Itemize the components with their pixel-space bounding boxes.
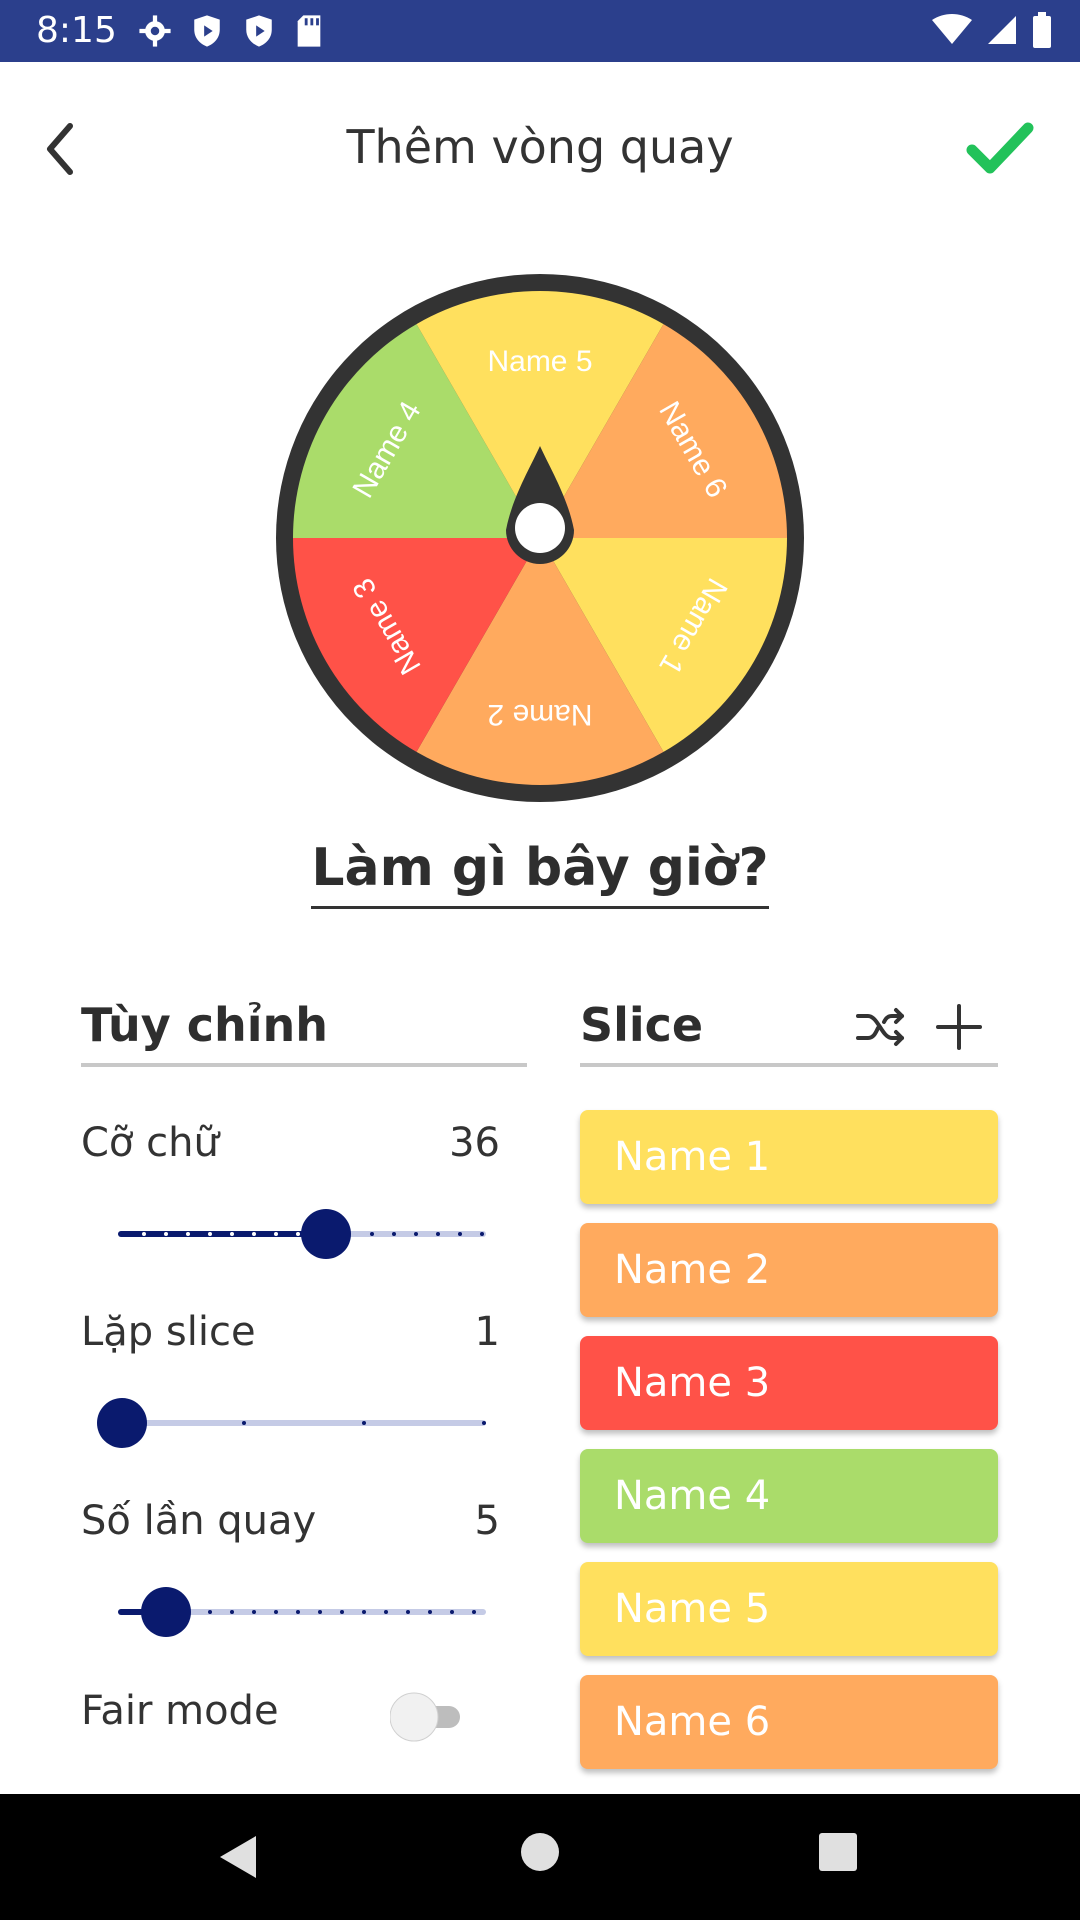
battery-icon: [1033, 12, 1051, 48]
repeat-slice-slider[interactable]: [96, 1397, 494, 1449]
confirm-button[interactable]: [964, 114, 1034, 184]
app-bar: Thêm vòng quay: [0, 62, 1080, 232]
triangle-back-icon: [220, 1836, 256, 1878]
customize-divider: [81, 1063, 527, 1067]
spin-wheel[interactable]: Name 1 Name 2 Name 3 Name 4 Name 5 Name 6: [274, 272, 806, 804]
wheel-graphic: Name 1Name 2Name 3Name 4Name 5Name 6: [276, 274, 804, 802]
add-slice-button[interactable]: [932, 1000, 986, 1054]
fair-mode-label: Fair mode: [81, 1688, 279, 1734]
slice-item[interactable]: Name 2: [580, 1223, 998, 1317]
system-nav-bar: [0, 1794, 1080, 1920]
shield-play-icon-2: [246, 15, 272, 47]
slice-item-label: Name 5: [614, 1586, 771, 1632]
slice-item-label: Name 1: [614, 1134, 771, 1180]
shuffle-button[interactable]: [854, 1000, 908, 1054]
font-size-slider-thumb: [301, 1209, 351, 1259]
shield-play-icon: [194, 15, 220, 47]
slice-item[interactable]: Name 4: [580, 1449, 998, 1543]
slice-item-label: Name 4: [614, 1473, 771, 1519]
slice-item[interactable]: Name 5: [580, 1562, 998, 1656]
status-time: 8:15: [36, 10, 117, 51]
fair-mode-toggle[interactable]: [389, 1690, 474, 1742]
status-notification-icons: [138, 14, 324, 48]
font-size-label: Cỡ chữ: [81, 1120, 219, 1166]
settings-icon: [139, 15, 171, 47]
page-title: Thêm vòng quay: [346, 120, 734, 174]
wheel-question[interactable]: Làm gì bây giờ?: [0, 838, 1080, 909]
wheel-slice-label: Name 2: [487, 698, 592, 731]
plus-icon: [936, 1004, 982, 1050]
question-text: Làm gì bây giờ?: [311, 838, 769, 909]
wheel-slice-label: Name 5: [487, 345, 592, 378]
nav-home-button[interactable]: [520, 1832, 560, 1872]
repeat-slice-value: 1: [474, 1309, 500, 1355]
circle-home-icon: [521, 1833, 559, 1871]
spin-count-slider[interactable]: [110, 1586, 494, 1638]
status-system-icons: [932, 12, 1052, 48]
slice-item[interactable]: Name 1: [580, 1110, 998, 1204]
nav-back-button[interactable]: [214, 1832, 264, 1882]
slice-item-label: Name 2: [614, 1247, 771, 1293]
wheel-hub: [515, 503, 565, 553]
slice-item-label: Name 3: [614, 1360, 771, 1406]
square-recents-icon: [819, 1833, 857, 1871]
shuffle-icon: [856, 1008, 904, 1046]
wifi-icon: [932, 14, 972, 44]
nav-recents-button[interactable]: [818, 1832, 858, 1872]
spin-count-slider-thumb: [141, 1587, 191, 1637]
checkmark-icon: [966, 122, 1034, 174]
slice-item[interactable]: Name 6: [580, 1675, 998, 1769]
spin-count-value: 5: [474, 1498, 500, 1544]
font-size-value: 36: [449, 1120, 500, 1166]
repeat-slice-label: Lặp slice: [81, 1309, 256, 1355]
slice-title: Slice: [580, 998, 704, 1052]
customize-title: Tùy chỉnh: [81, 998, 329, 1052]
slice-item-label: Name 6: [614, 1699, 771, 1745]
repeat-slice-slider-thumb: [97, 1398, 147, 1448]
font-size-slider[interactable]: [110, 1208, 494, 1260]
slice-divider: [580, 1063, 998, 1067]
status-bar: 8:15: [0, 0, 1080, 62]
spin-count-label: Số lần quay: [81, 1498, 317, 1544]
slice-item[interactable]: Name 3: [580, 1336, 998, 1430]
sd-card-icon: [297, 15, 321, 47]
signal-icon: [988, 16, 1016, 44]
